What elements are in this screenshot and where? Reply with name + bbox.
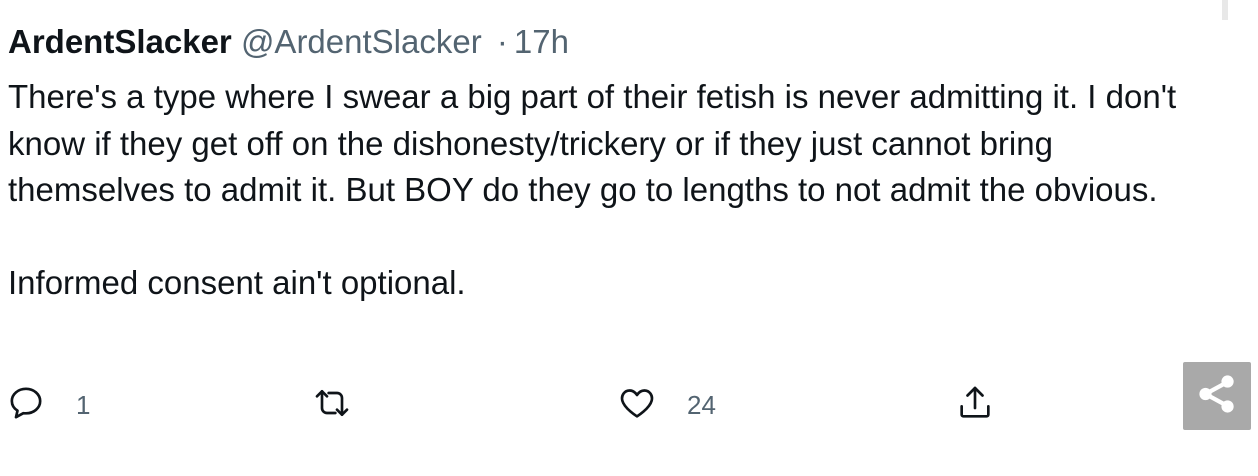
tweet-text: There's a type where I swear a big part … xyxy=(8,74,1208,307)
display-name[interactable]: ArdentSlacker xyxy=(8,23,232,60)
tweet-card: ArdentSlacker @ArdentSlacker · 17h There'… xyxy=(0,0,1258,476)
header-separator: · xyxy=(496,23,508,60)
heart-icon xyxy=(617,383,657,428)
share-button[interactable] xyxy=(955,380,995,430)
tweet-action-bar: 1 24 xyxy=(0,380,1258,430)
share-overlay-button[interactable] xyxy=(1183,362,1251,430)
share-upload-icon xyxy=(955,383,995,428)
tweet-paragraph: There's a type where I swear a big part … xyxy=(8,78,1177,208)
reply-button[interactable]: 1 xyxy=(6,380,90,430)
like-count: 24 xyxy=(687,389,716,420)
user-handle[interactable]: @ArdentSlacker xyxy=(241,23,482,60)
reply-count: 1 xyxy=(76,389,91,420)
share-nodes-icon xyxy=(1194,371,1240,422)
tweet-paragraph: Informed consent ain't optional. xyxy=(8,264,466,301)
scrollbar[interactable] xyxy=(1222,0,1228,20)
retweet-icon xyxy=(312,383,352,428)
like-button[interactable]: 24 xyxy=(617,380,716,430)
tweet-header: ArdentSlacker @ArdentSlacker · 17h xyxy=(8,22,569,62)
tweet-timestamp[interactable]: 17h xyxy=(514,23,569,60)
retweet-button[interactable] xyxy=(312,380,352,430)
reply-icon xyxy=(6,383,46,428)
